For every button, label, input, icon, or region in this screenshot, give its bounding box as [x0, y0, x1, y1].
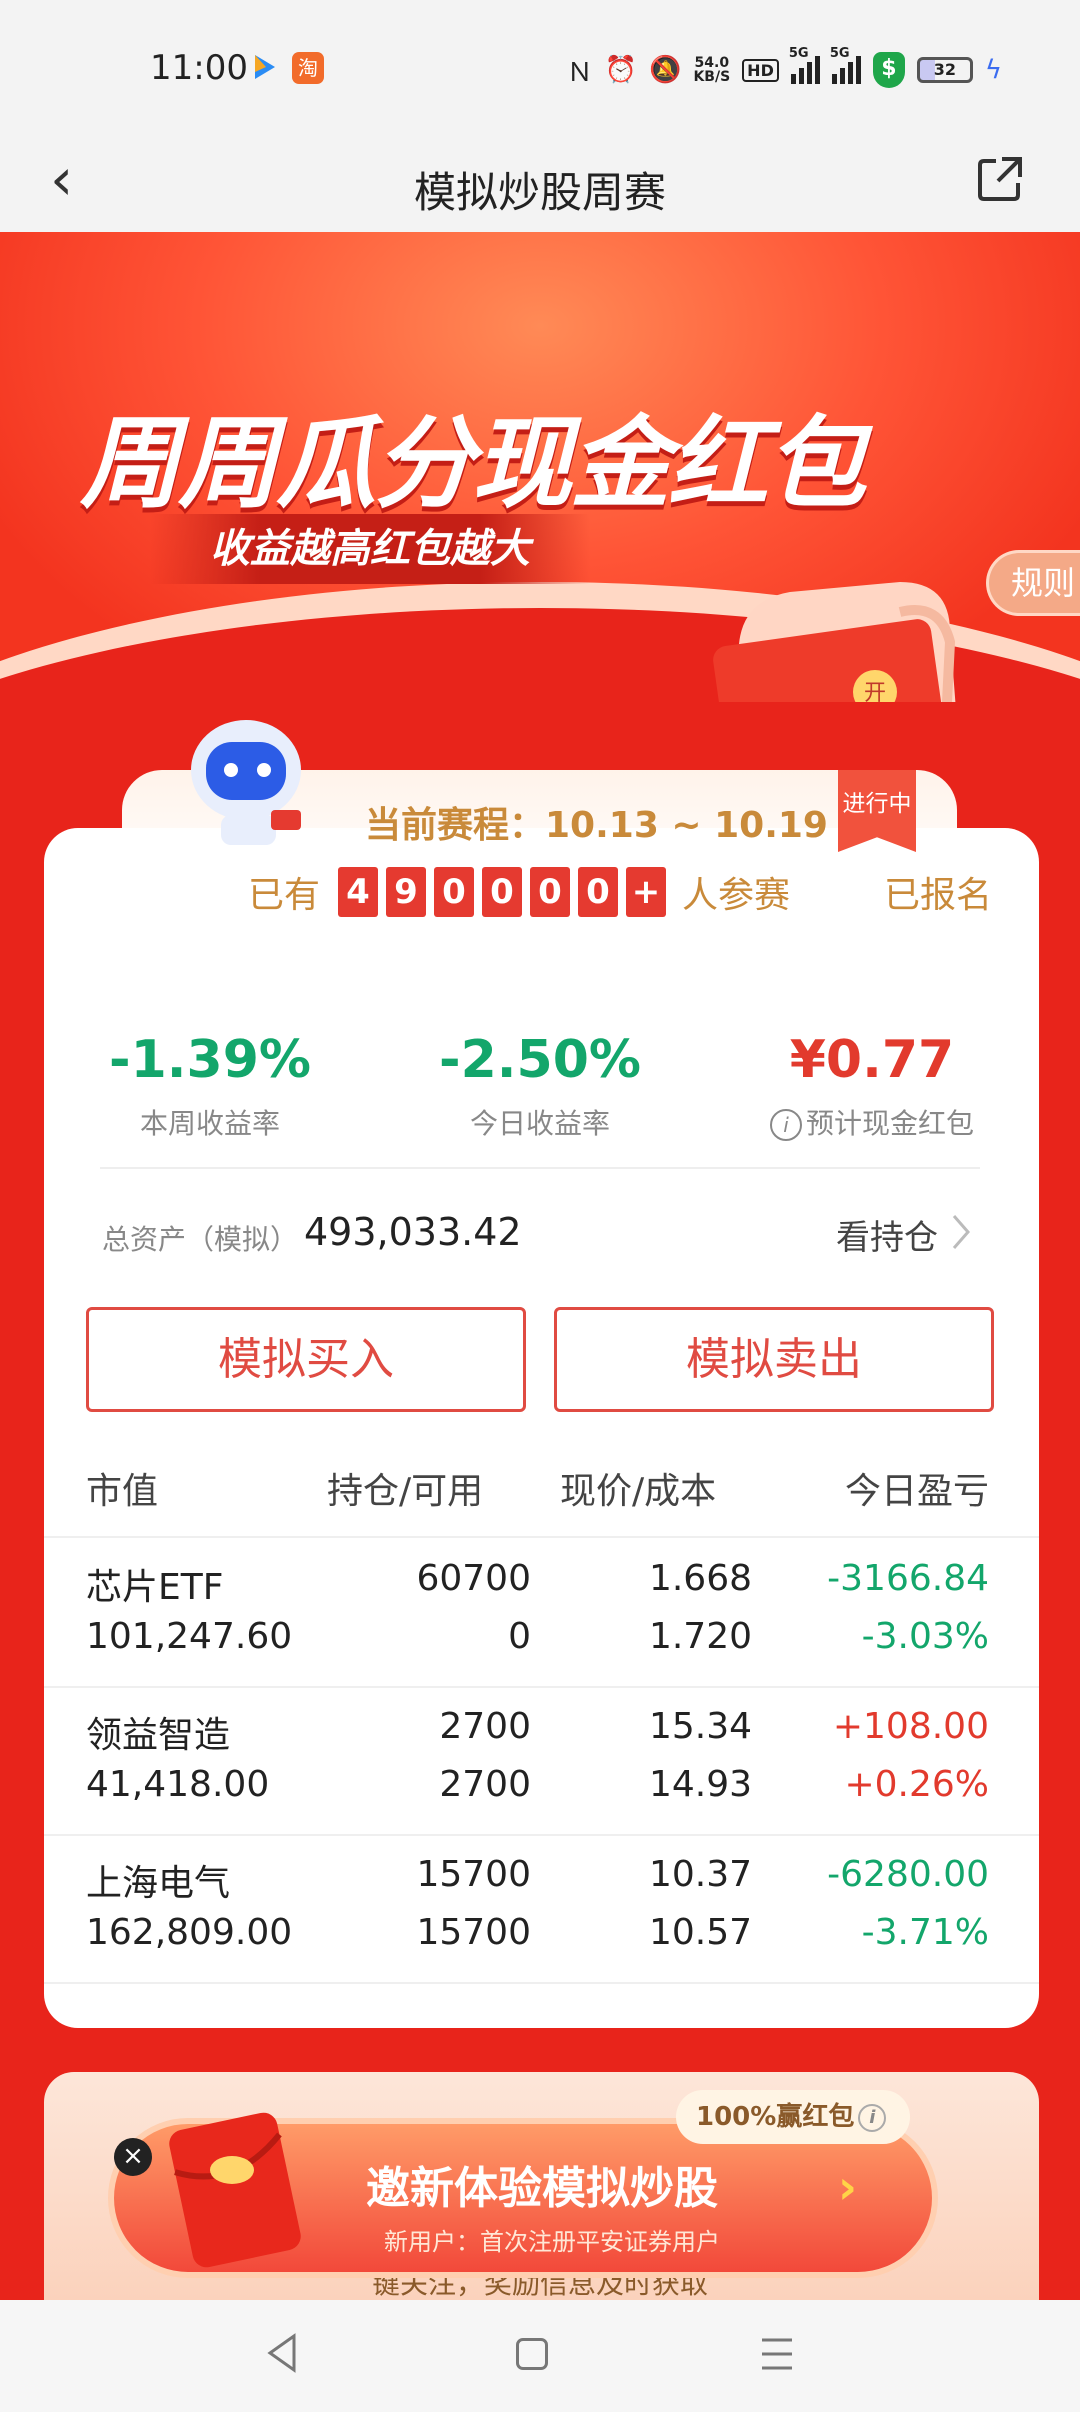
col-holding-available: 持仓/可用 — [327, 1471, 484, 1512]
status-bar: 11:00 淘 Ｎ ⏰ 🔕 54.0 KB/S HD 5G 5G $ 32 ϟ — [0, 0, 1080, 135]
daily-return-stat: -2.50% 今日收益率 — [380, 1030, 700, 1142]
battery-icon: 32 — [916, 57, 973, 83]
table-row[interactable]: 芯片ETF 101,247.60 60700 0 1.668 1.720 -31… — [44, 1540, 1039, 1688]
chevron-right-icon[interactable] — [950, 1212, 972, 1252]
cash-reward-label: 预计现金红包 — [805, 1107, 974, 1140]
total-assets-value: 493,033.42 — [304, 1210, 522, 1254]
mute-icon: 🔕 — [649, 55, 682, 85]
stock-name: 领益智造 — [86, 1715, 231, 1756]
info-icon[interactable]: i — [769, 1109, 802, 1141]
daily-return-value: -2.50% — [439, 1030, 641, 1090]
market-value: 162,809.00 — [86, 1912, 293, 1953]
banner-title: 周周瓜分现金红包 — [80, 405, 866, 522]
today-pnl: -6280.00 — [827, 1854, 989, 1895]
participant-digit: 0 — [482, 867, 523, 917]
net-speed: 54.0 KB/S — [693, 55, 731, 85]
col-today-pnl: 今日盈亏 — [844, 1471, 989, 1512]
participant-digit: 4 — [338, 867, 379, 917]
weekly-return-value: -1.39% — [109, 1030, 311, 1090]
status-icons: Ｎ ⏰ 🔕 54.0 KB/S HD 5G 5G $ 32 ϟ — [566, 46, 1002, 90]
cost-price: 14.93 — [648, 1764, 752, 1805]
participant-digit: 9 — [386, 867, 427, 917]
view-holdings-link[interactable]: 看持仓 — [836, 1210, 938, 1259]
cash-reward-value: ¥0.77 — [789, 1030, 955, 1090]
cash-reward-label-wrap[interactable]: i 预计现金红包 — [712, 1102, 1032, 1142]
available-qty: 0 — [508, 1616, 531, 1657]
today-pnl: +108.00 — [832, 1706, 989, 1747]
holdings-table-header: 市值 持仓/可用 现价/成本 今日盈亏 — [44, 1452, 1039, 1538]
market-value: 101,247.60 — [86, 1616, 293, 1657]
hd-icon: HD — [742, 58, 779, 82]
today-pnl-pct: -3.71% — [861, 1912, 989, 1953]
participant-digit: 0 — [578, 867, 619, 917]
promo-title: 邀新体验模拟炒股 — [366, 2163, 718, 2214]
status-time: 11:00 — [150, 48, 248, 88]
envelope-open-label: 开 — [864, 681, 886, 702]
holding-qty: 15700 — [416, 1854, 531, 1895]
cash-reward-stat: ¥0.77 i 预计现金红包 — [712, 1030, 1032, 1142]
simulated-sell-button[interactable]: 模拟卖出 — [554, 1307, 994, 1412]
system-navigation-bar — [0, 2300, 1080, 2412]
promo-banner: 周周瓜分现金红包 收益越高红包越大 规则 开 — [0, 232, 1080, 702]
divider — [100, 1167, 980, 1169]
registered-status: 已报名 — [884, 875, 993, 916]
simulated-buy-button[interactable]: 模拟买入 — [86, 1307, 526, 1412]
today-pnl-pct: -3.03% — [861, 1616, 989, 1657]
video-app-icon — [255, 55, 275, 79]
current-price: 1.668 — [648, 1558, 752, 1599]
col-price-cost: 现价/成本 — [560, 1471, 717, 1512]
participant-count: 已有 4 9 0 0 0 0 + 人参赛 — [248, 864, 790, 920]
chevron-right-icon[interactable]: › — [838, 2160, 857, 2214]
participants-suffix: 人参赛 — [682, 875, 791, 916]
daily-return-label: 今日收益率 — [469, 1107, 610, 1140]
page-title: 模拟炒股周赛 — [413, 168, 666, 217]
close-icon[interactable]: × — [114, 2138, 152, 2176]
participant-digit: + — [626, 867, 667, 917]
info-icon[interactable]: i — [858, 2103, 887, 2132]
holding-qty: 2700 — [439, 1706, 531, 1747]
system-menu-icon[interactable] — [760, 2334, 794, 2374]
system-home-icon[interactable] — [516, 2338, 548, 2370]
weekly-return-label: 本周收益率 — [139, 1107, 280, 1140]
weekly-return-stat: -1.39% 本周收益率 — [50, 1030, 370, 1142]
robot-mascot-illustration — [191, 720, 301, 845]
system-back-icon[interactable] — [262, 2330, 302, 2376]
total-assets-label: 总资产（模拟） — [102, 1223, 299, 1256]
security-shield-icon: $ — [872, 52, 905, 88]
signal-icon: 5G — [830, 46, 861, 84]
nfc-icon: Ｎ — [566, 57, 593, 88]
cost-price: 10.57 — [648, 1912, 752, 1953]
cost-price: 1.720 — [648, 1616, 752, 1657]
share-icon[interactable] — [976, 155, 1024, 203]
available-qty: 15700 — [416, 1912, 531, 1953]
table-row[interactable]: 上海电气 162,809.00 15700 15700 10.37 10.57 … — [44, 1836, 1039, 1984]
promo-subtitle: 新用户：首次注册平安证券用户 — [384, 2228, 720, 2256]
stock-name: 芯片ETF — [86, 1567, 224, 1608]
stock-name: 上海电气 — [86, 1863, 231, 1904]
current-price: 10.37 — [648, 1854, 752, 1895]
banner-subtitle: 收益越高红包越大 — [150, 514, 590, 584]
signal-icon: 5G — [789, 46, 820, 84]
win-red-packet-badge: 100%赢红包 i — [676, 2090, 911, 2144]
charging-icon: ϟ — [984, 55, 1002, 85]
participants-prefix: 已有 — [248, 875, 321, 916]
today-pnl: -3166.84 — [827, 1558, 989, 1599]
hand-red-envelope-illustration: 开 — [713, 582, 956, 702]
badge-label: 100%赢红包 — [696, 2102, 855, 2132]
alarm-icon: ⏰ — [604, 55, 638, 85]
current-price: 15.34 — [648, 1706, 752, 1747]
market-value: 41,418.00 — [86, 1764, 270, 1805]
participant-digit: 0 — [530, 867, 571, 917]
today-pnl-pct: +0.26% — [844, 1764, 989, 1805]
round-label: 当前赛程：10.13 ~ 10.19 — [365, 805, 828, 846]
nav-bar: ‹ 模拟炒股周赛 — [0, 135, 1080, 232]
table-row[interactable]: 领益智造 41,418.00 2700 2700 15.34 14.93 +10… — [44, 1688, 1039, 1836]
holding-qty: 60700 — [416, 1558, 531, 1599]
participant-digit: 0 — [434, 867, 475, 917]
available-qty: 2700 — [439, 1764, 531, 1805]
taobao-app-icon: 淘 — [292, 52, 324, 84]
col-market-value: 市值 — [86, 1471, 159, 1512]
red-envelope-icon — [169, 2112, 301, 2268]
